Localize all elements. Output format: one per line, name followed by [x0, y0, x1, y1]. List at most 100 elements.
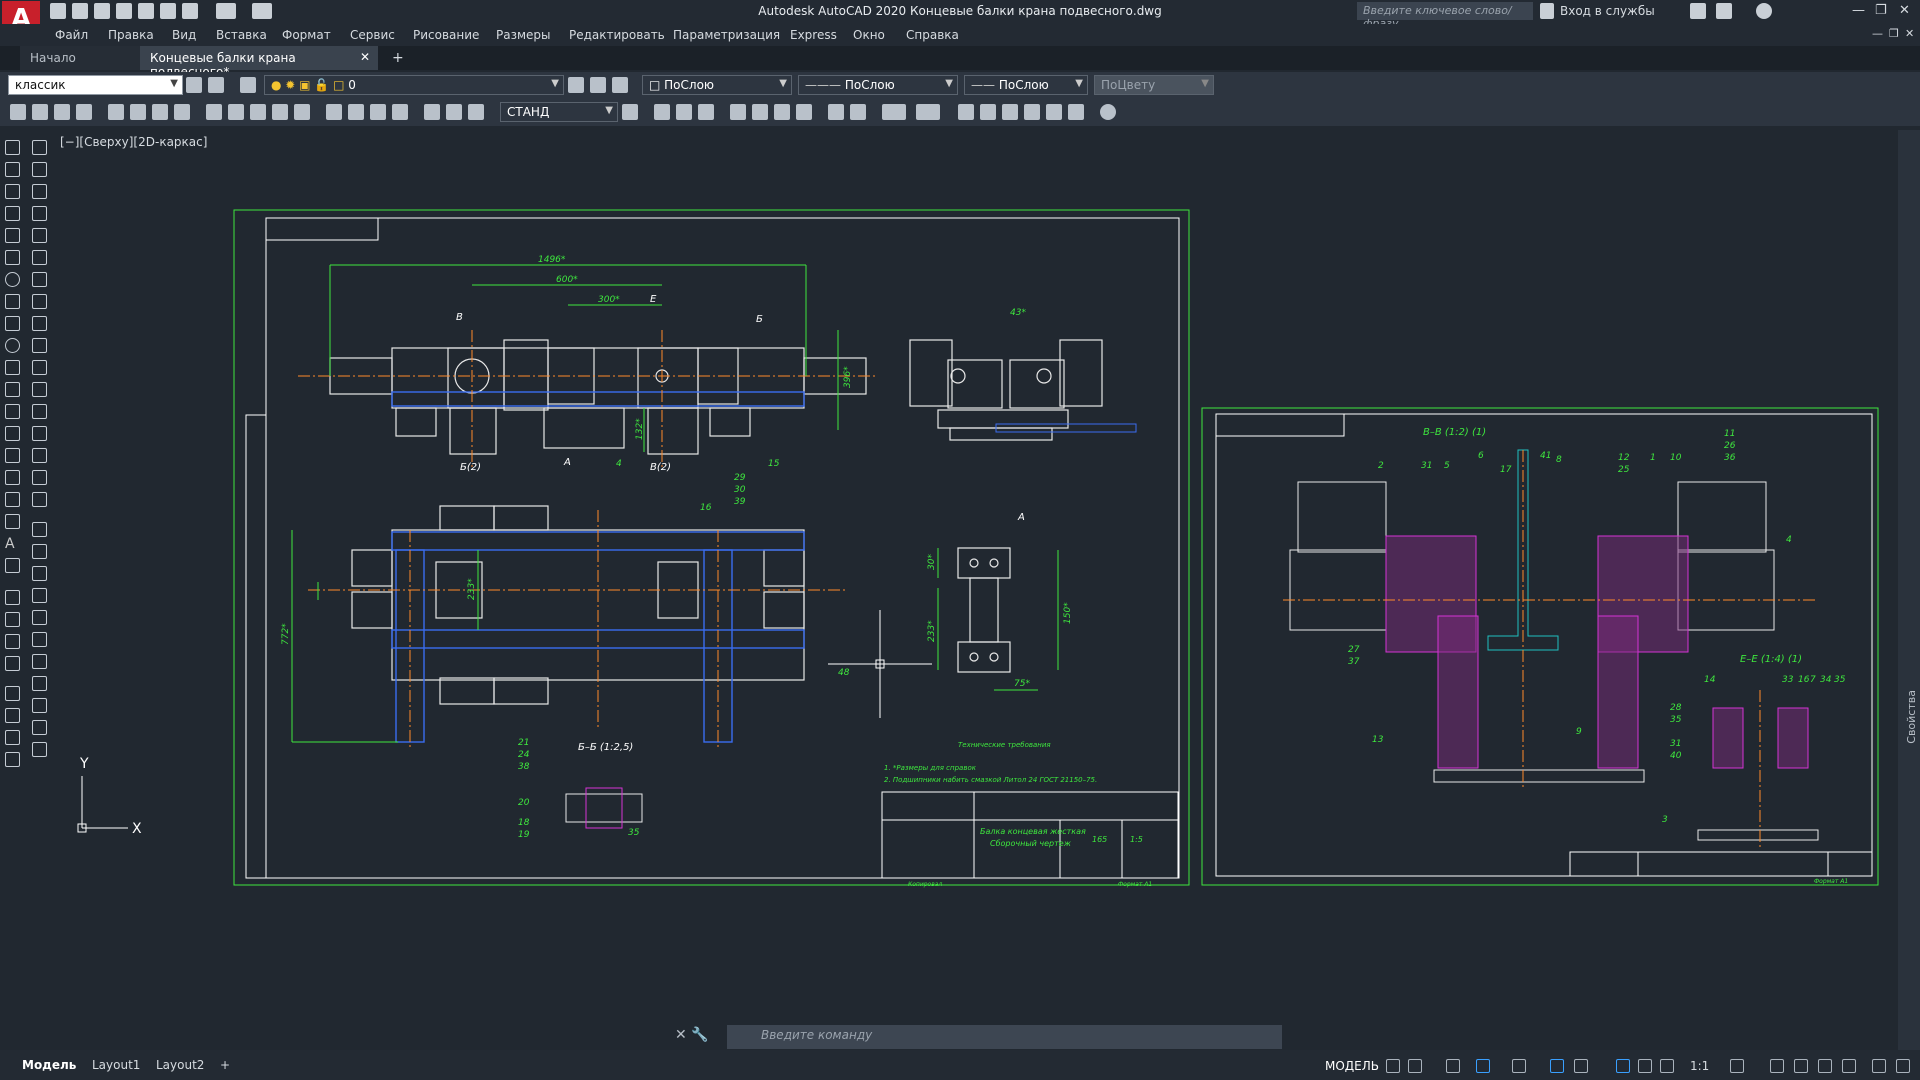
zoom-icon[interactable]	[5, 752, 20, 767]
plot-icon[interactable]	[730, 104, 746, 120]
publish-icon[interactable]	[774, 104, 790, 120]
rectangle-icon[interactable]	[5, 228, 20, 243]
auto-scale-icon[interactable]	[1638, 1059, 1652, 1073]
erase-icon[interactable]	[32, 140, 47, 155]
isolate-icon[interactable]	[1842, 1059, 1856, 1073]
mirror-icon[interactable]	[32, 184, 47, 199]
layer-manager-icon[interactable]	[240, 77, 256, 93]
linear-dim-icon[interactable]	[10, 104, 26, 120]
minimize-icon[interactable]: —	[1852, 3, 1865, 18]
properties-palette[interactable]: Свойства	[1898, 130, 1920, 1050]
add-layout-icon[interactable]: +	[220, 1058, 230, 1072]
3d-print-icon[interactable]	[796, 104, 812, 120]
dimedit-icon[interactable]	[424, 104, 440, 120]
osnap-tracking-icon[interactable]	[1550, 1059, 1564, 1073]
make-current-icon[interactable]	[568, 77, 584, 93]
properties-icon[interactable]	[958, 104, 974, 120]
close-command-icon[interactable]: ✕ 🔧	[675, 1027, 709, 1043]
tool-palettes-icon[interactable]	[1002, 104, 1018, 120]
linetype-select[interactable]: ——— ПоСлою ▼	[798, 75, 958, 95]
customize-icon[interactable]	[1896, 1059, 1910, 1073]
calculator-icon[interactable]	[1068, 104, 1084, 120]
dimstyle-icon[interactable]	[622, 104, 638, 120]
doc-restore-icon[interactable]: ❐	[1889, 27, 1899, 40]
open-icon[interactable]	[676, 104, 692, 120]
id-point-icon[interactable]	[32, 742, 47, 757]
donut-icon[interactable]	[5, 634, 20, 649]
pan-icon[interactable]	[32, 544, 47, 559]
stretch-icon[interactable]	[32, 316, 47, 331]
block-editor-icon[interactable]	[850, 104, 866, 120]
layer-previous-icon[interactable]	[590, 77, 606, 93]
isodraft-icon[interactable]	[1512, 1059, 1526, 1073]
insert-block-icon[interactable]	[5, 382, 20, 397]
spline-icon[interactable]	[5, 316, 20, 331]
new-icon[interactable]	[654, 104, 670, 120]
dim-space-icon[interactable]	[272, 104, 288, 120]
zoom-previous-icon[interactable]	[32, 610, 47, 625]
menu-modify[interactable]: Редактировать	[569, 28, 665, 42]
menu-dimension[interactable]: Размеры	[496, 28, 551, 42]
region-icon[interactable]	[5, 492, 20, 507]
lineweight-select[interactable]: —— ПоСлою ▼	[964, 75, 1088, 95]
sheet-set-icon[interactable]	[1024, 104, 1040, 120]
offset-icon[interactable]	[32, 206, 47, 221]
gradient-icon[interactable]	[5, 470, 20, 485]
extend-icon[interactable]	[32, 360, 47, 375]
zoom-window-icon[interactable]	[32, 588, 47, 603]
circle-icon[interactable]	[5, 272, 20, 287]
polyline-icon[interactable]	[5, 184, 20, 199]
ordinate-dim-icon[interactable]	[76, 104, 92, 120]
aligned-dim-icon[interactable]	[32, 104, 48, 120]
dimtedit-icon[interactable]	[446, 104, 462, 120]
tab-start[interactable]: Начало	[20, 46, 140, 70]
dim-update-icon[interactable]	[468, 104, 484, 120]
arc-length-icon[interactable]	[54, 104, 70, 120]
tab-layout2[interactable]: Layout2	[156, 1058, 204, 1072]
units-icon[interactable]	[1794, 1059, 1808, 1073]
undo-icon[interactable]	[882, 104, 906, 120]
cart-icon[interactable]	[1690, 3, 1706, 19]
break-icon[interactable]	[32, 382, 47, 397]
add-selected-icon[interactable]	[5, 558, 20, 573]
close-tab-icon[interactable]: ✕	[360, 50, 370, 64]
menu-edit[interactable]: Правка	[108, 28, 154, 42]
explode-icon[interactable]	[32, 492, 47, 507]
menu-help[interactable]: Справка	[906, 28, 959, 42]
arc-icon[interactable]	[5, 250, 20, 265]
gear-icon[interactable]	[1730, 1059, 1744, 1073]
join-icon[interactable]	[32, 404, 47, 419]
orbit-icon[interactable]	[32, 522, 47, 537]
menu-tools[interactable]: Сервис	[350, 28, 395, 42]
tab-layout1[interactable]: Layout1	[92, 1058, 140, 1072]
tolerance-icon[interactable]	[326, 104, 342, 120]
menu-format[interactable]: Формат	[282, 28, 331, 42]
draworder-icon[interactable]	[5, 656, 20, 671]
named-views-icon[interactable]	[32, 654, 47, 669]
dimstyle-select[interactable]: СТАНД ▼	[500, 102, 618, 122]
polar-icon[interactable]	[1476, 1059, 1490, 1073]
grid-icon[interactable]	[1386, 1059, 1400, 1073]
quick-properties-icon[interactable]	[1818, 1059, 1832, 1073]
layer-icon[interactable]	[5, 730, 20, 745]
diameter-dim-icon[interactable]	[152, 104, 168, 120]
annotation-scale-icon[interactable]	[1660, 1059, 1674, 1073]
menu-view[interactable]: Вид	[172, 28, 196, 42]
menu-draw[interactable]: Рисование	[413, 28, 479, 42]
menu-insert[interactable]: Вставка	[216, 28, 267, 42]
workspace-select[interactable]: классик ▼	[8, 75, 183, 95]
jogged-dim-icon[interactable]	[130, 104, 146, 120]
ortho-icon[interactable]	[1446, 1059, 1460, 1073]
continue-dim-icon[interactable]	[250, 104, 266, 120]
menu-parametric[interactable]: Параметризация	[673, 28, 780, 42]
ellipse-arc-icon[interactable]	[5, 360, 20, 375]
dim-break-icon[interactable]	[294, 104, 310, 120]
inspection-icon[interactable]	[370, 104, 386, 120]
model-space-button[interactable]: МОДЕЛЬ	[1325, 1059, 1379, 1073]
annotation-visibility-icon[interactable]	[1616, 1059, 1630, 1073]
line-icon[interactable]	[5, 140, 20, 155]
drawing-area[interactable]: 1496* 600* 300* 396* 132* 43* В Е Б А Б(…	[58, 130, 1898, 1050]
xref-icon[interactable]	[5, 708, 20, 723]
angular-dim-icon[interactable]	[174, 104, 190, 120]
quick-dim-icon[interactable]	[206, 104, 222, 120]
